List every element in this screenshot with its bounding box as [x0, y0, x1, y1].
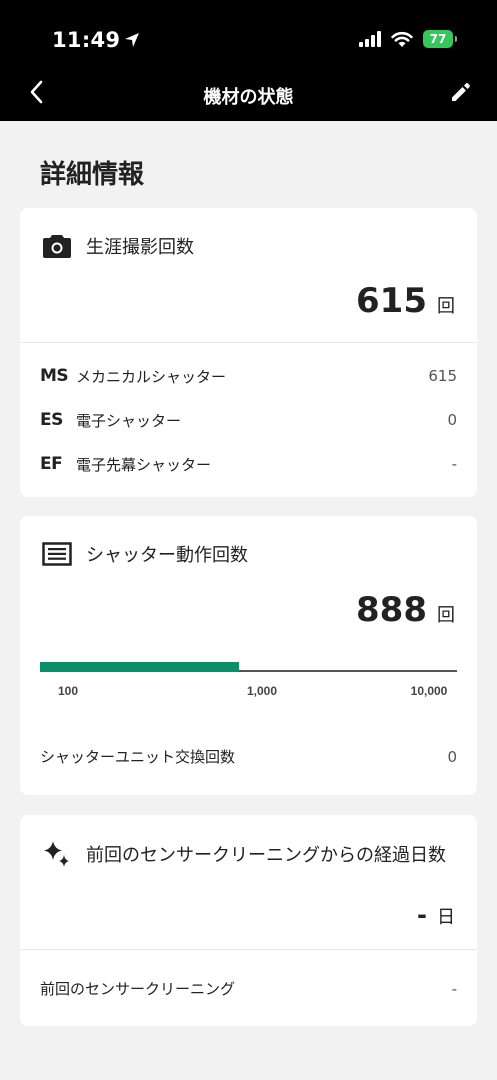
top-bar: 11:49 77 機材の状態 — [0, 0, 497, 121]
card-title-row: シャッター動作回数 — [42, 541, 248, 567]
battery-level: 77 — [429, 32, 447, 46]
mechanical-shutter-row: MS メカニカルシャッター 615 — [40, 361, 457, 391]
row-label: 電子シャッター — [76, 411, 182, 430]
tick-label-10000: 10,000 — [410, 684, 448, 698]
tick-label-1000: 1,000 — [246, 684, 278, 698]
count-value: 888 — [356, 590, 427, 630]
days-value: - — [417, 901, 427, 929]
days-since-cleaning: - 日 — [417, 901, 455, 929]
efcs-shutter-row: EF 電子先幕シャッター - — [40, 449, 457, 479]
card-title-row: 生涯撮影回数 — [42, 233, 194, 259]
count-unit: 回 — [437, 296, 455, 317]
days-unit: 日 — [437, 907, 455, 928]
card-title: 生涯撮影回数 — [86, 237, 194, 258]
row-value: - — [451, 455, 457, 473]
electronic-shutter-row: ES 電子シャッター 0 — [40, 405, 457, 435]
last-cleaning-row: 前回のセンサークリーニング - — [40, 978, 457, 999]
wifi-icon — [391, 31, 413, 47]
edit-button[interactable] — [447, 78, 475, 106]
lifetime-shot-count: 615 回 — [356, 281, 455, 321]
shutter-progress-fill — [40, 662, 240, 672]
section-title: 詳細情報 — [40, 160, 145, 190]
status-time: 11:49 — [52, 28, 140, 52]
battery-nub — [455, 36, 457, 42]
tick-label-100: 100 — [57, 684, 79, 698]
row-value: - — [451, 979, 457, 998]
location-arrow-icon — [125, 33, 140, 47]
pencil-icon — [452, 83, 470, 101]
row-abbr: ES — [40, 410, 63, 430]
card-title-row: 前回のセンサークリーニングからの経過日数 — [42, 839, 446, 869]
row-label: 電子先幕シャッター — [76, 455, 212, 474]
page-title: 機材の状態 — [203, 87, 294, 108]
sensor-cleaning-card: 前回のセンサークリーニングからの経過日数 - 日 前回のセンサークリーニング - — [20, 815, 477, 1026]
row-abbr: EF — [40, 454, 63, 474]
row-label: シャッターユニット交換回数 — [40, 748, 236, 766]
lifetime-shots-card: 生涯撮影回数 615 回 MS メカニカルシャッター 615 ES 電子シャッタ… — [20, 208, 477, 497]
status-time-text: 11:49 — [52, 28, 121, 52]
divider — [20, 949, 477, 950]
signal-icon — [359, 31, 381, 47]
divider — [20, 342, 477, 343]
count-value: 615 — [356, 281, 427, 321]
row-label: メカニカルシャッター — [76, 367, 227, 386]
card-title: シャッター動作回数 — [86, 545, 248, 566]
row-abbr: MS — [40, 366, 69, 386]
battery-icon: 77 — [423, 30, 457, 48]
shutter-unit-icon — [42, 542, 72, 566]
card-title: 前回のセンサークリーニングからの経過日数 — [86, 845, 446, 866]
count-unit: 回 — [437, 605, 455, 626]
row-value: 0 — [447, 411, 457, 429]
camera-icon — [43, 235, 71, 258]
sparkle-icon — [44, 841, 69, 867]
status-indicators: 77 — [359, 30, 457, 48]
shutter-count-card: シャッター動作回数 888 回 100 1,000 10,000 シャッターユニ… — [20, 516, 477, 795]
shutter-count: 888 回 — [356, 590, 455, 630]
row-value: 615 — [428, 367, 457, 385]
shutter-unit-replacement-row: シャッターユニット交換回数 0 — [40, 746, 457, 767]
row-label: 前回のセンサークリーニング — [40, 980, 236, 998]
row-value: 0 — [447, 747, 457, 766]
